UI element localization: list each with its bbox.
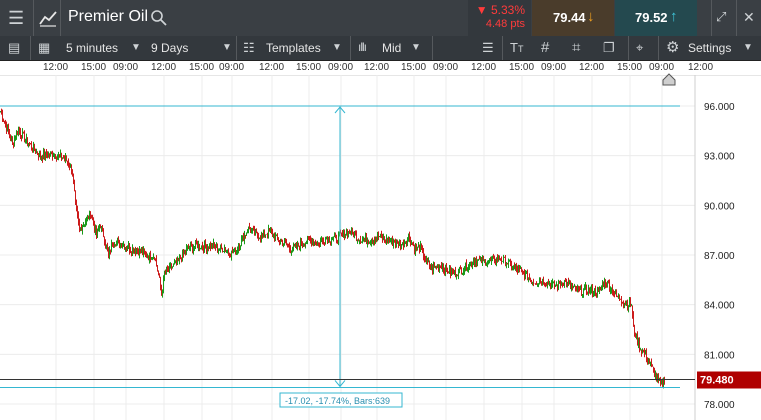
time-axis-label: 12:00: [43, 62, 69, 73]
time-axis-label: 09:00: [433, 62, 459, 73]
top-bar: ☰ Premier Oil ▼ 5.33% 4.48 pts 79.44 ↓ 7…: [0, 0, 761, 37]
price-axis-label: 84.000: [704, 301, 735, 312]
buy-button[interactable]: 79.52 ↑: [615, 0, 697, 36]
crosshair-icon[interactable]: ⌖: [636, 41, 643, 54]
price-axis-label: 87.000: [704, 251, 735, 262]
time-axis-label: 15:00: [296, 62, 322, 73]
arrow-down-icon: ↓: [587, 8, 595, 25]
time-axis-label: 12:00: [259, 62, 285, 73]
indicators-icon[interactable]: ☰: [482, 41, 494, 54]
buy-price: 79.52: [635, 10, 668, 25]
settings-dropdown-icon[interactable]: ▼: [743, 43, 753, 53]
time-axis-label: 12:00: [688, 62, 714, 73]
time-axis-label: 15:00: [401, 62, 427, 73]
time-axis-label: 09:00: [649, 62, 675, 73]
close-icon[interactable]: ✕: [743, 10, 755, 24]
price-axis-label: 81.000: [704, 350, 735, 361]
expand-icon[interactable]: ⤢: [716, 10, 726, 23]
time-axis-label: 12:00: [579, 62, 605, 73]
price-axis-label: 90.000: [704, 201, 735, 212]
measure-label: -17.02, -17.74%, Bars:639: [285, 396, 390, 406]
line-chart-icon[interactable]: [38, 8, 58, 28]
time-axis-label: 15:00: [509, 62, 535, 73]
price-change-box: ▼ 5.33% 4.48 pts: [468, 0, 531, 36]
templates-select[interactable]: Templates: [266, 41, 321, 55]
price-chart[interactable]: 96.000 93.000 90.000 87.000 84.000 81.000 78.0…: [0, 75, 761, 420]
time-axis-label: 15:00: [617, 62, 643, 73]
time-axis-label: 09:00: [328, 62, 354, 73]
time-axis-label: 09:00: [541, 62, 567, 73]
layout-icon[interactable]: ▦: [38, 41, 50, 54]
sell-button[interactable]: 79.44 ↓: [532, 0, 614, 36]
windows-icon[interactable]: ❐: [603, 41, 615, 54]
price-type-dropdown-icon[interactable]: ▼: [411, 43, 421, 53]
price-type-select[interactable]: Mid: [382, 41, 401, 55]
time-axis-label: 12:00: [364, 62, 390, 73]
interval-select[interactable]: 5 minutes: [66, 41, 118, 55]
interval-dropdown-icon[interactable]: ▼: [131, 43, 141, 53]
gear-icon[interactable]: ⚙: [666, 40, 679, 55]
change-points: 4.48 pts: [485, 18, 525, 30]
price-axis-label: 93.000: [704, 152, 735, 163]
grid-icon[interactable]: #: [541, 40, 549, 55]
sell-price: 79.44: [553, 10, 586, 25]
list-icon[interactable]: ▤: [8, 41, 20, 54]
search-icon[interactable]: [150, 9, 168, 27]
bars-icon[interactable]: ıllı: [358, 41, 367, 53]
chart-toolbar: ▤ ▦ 5 minutes ▼ 9 Days ▼ ☷ Templates ▼ ı…: [0, 36, 761, 61]
range-dropdown-icon[interactable]: ▼: [222, 43, 232, 53]
range-select[interactable]: 9 Days: [151, 41, 188, 55]
settings-button[interactable]: Settings: [688, 41, 731, 55]
time-axis-label: 15:00: [189, 62, 215, 73]
instrument-title: Premier Oil: [68, 8, 149, 25]
price-axis-label: 96.000: [704, 102, 735, 113]
text-tool-icon[interactable]: TT: [510, 41, 523, 54]
price-axis-label: 78.000: [704, 400, 735, 411]
templates-dropdown-icon[interactable]: ▼: [332, 43, 342, 53]
templates-icon[interactable]: ☷: [243, 41, 255, 54]
arrow-up-icon: ↑: [670, 8, 678, 25]
current-price-label: 79.480: [700, 374, 734, 386]
time-axis-label: 12:00: [471, 62, 497, 73]
time-axis-label: 09:00: [113, 62, 139, 73]
time-axis-label: 15:00: [81, 62, 107, 73]
menu-icon[interactable]: ☰: [8, 9, 24, 27]
time-axis: 12:00 15:00 09:00 12:00 15:00 09:00 12:00 15:00…: [0, 61, 761, 76]
time-axis-label: 09:00: [219, 62, 245, 73]
crosshair-grid-icon[interactable]: ⌗: [572, 40, 580, 55]
time-axis-label: 12:00: [151, 62, 177, 73]
change-percent: ▼ 5.33%: [475, 3, 525, 17]
